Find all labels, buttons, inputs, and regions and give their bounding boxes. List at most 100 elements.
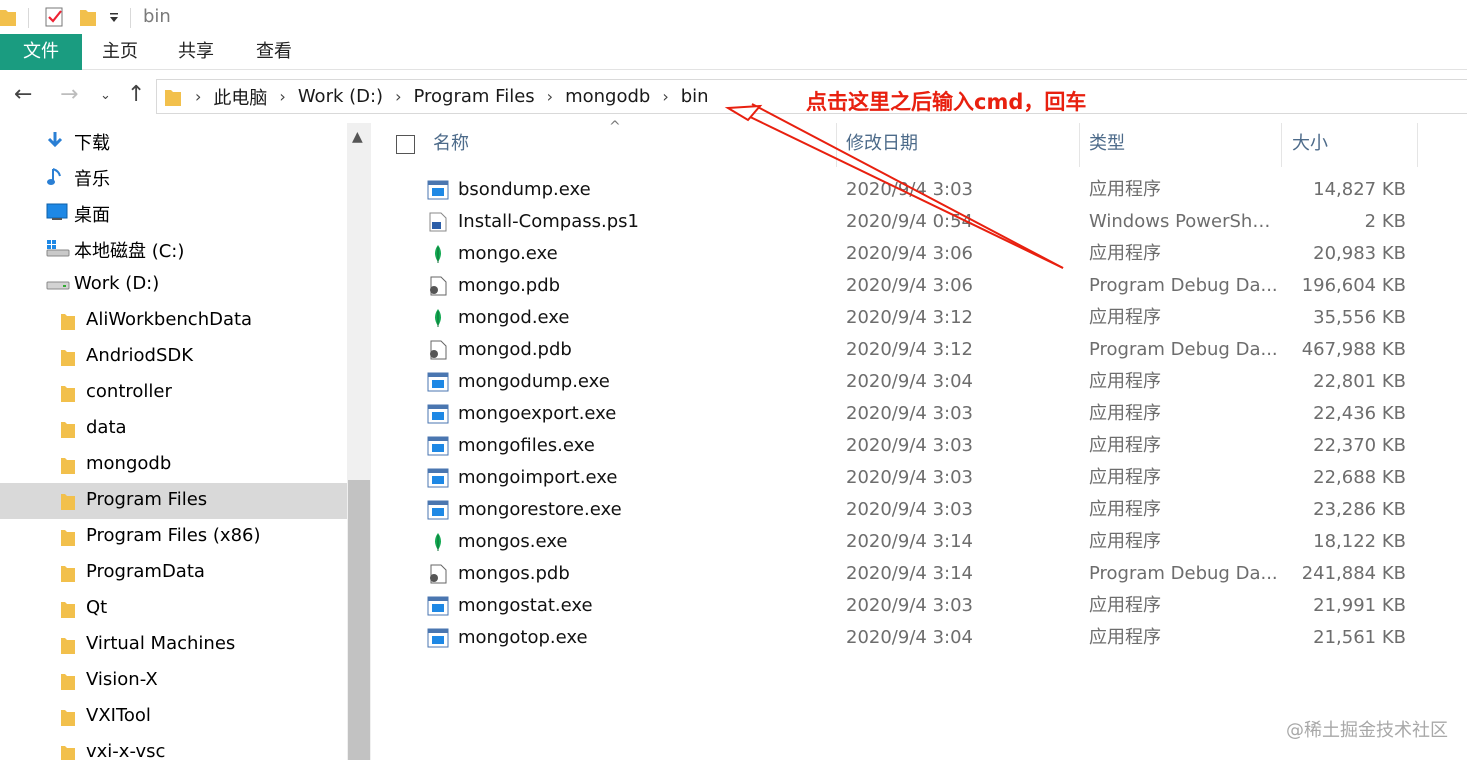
sidebar-item[interactable]: Vision-X bbox=[0, 663, 347, 699]
sidebar-item[interactable]: 音乐 bbox=[0, 159, 347, 195]
forward-arrow-icon[interactable]: → bbox=[60, 82, 78, 107]
file-row[interactable]: mongorestore.exe 2020/9/4 3:03 应用程序 23,286 … bbox=[371, 494, 1467, 526]
column-header-type[interactable]: 类型 bbox=[1089, 123, 1279, 165]
file-type: Program Debug Da... bbox=[1089, 339, 1278, 360]
sidebar-item[interactable]: data bbox=[0, 411, 347, 447]
tab-share[interactable]: 共享 bbox=[176, 34, 216, 70]
file-name: mongotop.exe bbox=[458, 627, 588, 648]
properties-icon[interactable] bbox=[45, 6, 65, 28]
sidebar-item-label: data bbox=[86, 417, 127, 438]
breadcrumb-mongodb[interactable]: mongodb bbox=[565, 86, 650, 107]
file-row[interactable]: mongo.exe 2020/9/4 3:06 应用程序 20,983 KB bbox=[371, 238, 1467, 270]
breadcrumb-separator[interactable]: › bbox=[279, 87, 285, 106]
new-folder-icon[interactable] bbox=[80, 6, 96, 28]
file-size: 22,688 KB bbox=[1313, 467, 1406, 488]
breadcrumb-separator[interactable]: › bbox=[395, 87, 401, 106]
application-icon bbox=[427, 468, 449, 488]
file-type: Program Debug Da... bbox=[1089, 275, 1278, 296]
sidebar-item[interactable]: 桌面 bbox=[0, 195, 347, 231]
tab-home[interactable]: 主页 bbox=[100, 34, 140, 70]
tab-view[interactable]: 查看 bbox=[254, 34, 294, 70]
folder-icon bbox=[61, 383, 75, 408]
file-row[interactable]: mongodump.exe 2020/9/4 3:04 应用程序 22,801 KB bbox=[371, 366, 1467, 398]
file-size: 21,991 KB bbox=[1313, 595, 1406, 616]
file-row[interactable]: mongos.pdb 2020/9/4 3:14 Program Debug Da.… bbox=[371, 558, 1467, 590]
tab-file[interactable]: 文件 bbox=[0, 34, 82, 70]
sidebar-item[interactable]: 下载 bbox=[0, 123, 347, 159]
file-type: 应用程序 bbox=[1089, 467, 1161, 488]
scrollbar-thumb[interactable] bbox=[348, 480, 370, 760]
column-divider[interactable] bbox=[1417, 123, 1418, 167]
folder-icon bbox=[61, 491, 75, 516]
folder-icon bbox=[61, 707, 75, 732]
application-icon bbox=[427, 404, 449, 424]
recent-locations-chevron-icon[interactable]: ⌄ bbox=[100, 88, 111, 103]
file-modified-date: 2020/9/4 3:14 bbox=[846, 563, 973, 584]
file-row[interactable]: mongod.pdb 2020/9/4 3:12 Program Debug Da.… bbox=[371, 334, 1467, 366]
sidebar-scrollbar[interactable]: ▲ bbox=[347, 123, 371, 760]
file-row[interactable]: mongotop.exe 2020/9/4 3:04 应用程序 21,561 KB bbox=[371, 622, 1467, 654]
column-header-name[interactable]: 名称 bbox=[433, 123, 833, 165]
sidebar-item[interactable]: VXITool bbox=[0, 699, 347, 735]
column-header-date[interactable]: 修改日期 bbox=[846, 123, 1076, 165]
back-arrow-icon[interactable]: ← bbox=[14, 82, 32, 107]
folder-icon bbox=[61, 671, 75, 696]
file-type: 应用程序 bbox=[1089, 627, 1161, 648]
breadcrumb-this-pc[interactable]: 此电脑 bbox=[213, 84, 267, 110]
file-modified-date: 2020/9/4 3:14 bbox=[846, 531, 973, 552]
file-row[interactable]: mongostat.exe 2020/9/4 3:03 应用程序 21,991 KB bbox=[371, 590, 1467, 622]
file-row[interactable]: mongo.pdb 2020/9/4 3:06 Program Debug Da..… bbox=[371, 270, 1467, 302]
sidebar-item[interactable]: Virtual Machines bbox=[0, 627, 347, 663]
sidebar-item[interactable]: Qt bbox=[0, 591, 347, 627]
sidebar-item[interactable]: vxi-x-vsc bbox=[0, 735, 347, 760]
folder-icon[interactable] bbox=[0, 6, 16, 28]
scroll-up-chevron-icon[interactable]: ▲ bbox=[352, 129, 363, 145]
toolbar-divider bbox=[130, 8, 131, 28]
title-bar: bin bbox=[0, 0, 1467, 34]
sidebar-item[interactable]: mongodb bbox=[0, 447, 347, 483]
breadcrumb-separator[interactable]: › bbox=[662, 87, 668, 106]
sidebar-item-label: AndriodSDK bbox=[86, 345, 194, 366]
folder-icon bbox=[61, 347, 75, 372]
file-type: 应用程序 bbox=[1089, 371, 1161, 392]
powershell-script-icon bbox=[427, 212, 449, 232]
sidebar-item[interactable]: controller bbox=[0, 375, 347, 411]
folder-icon bbox=[165, 89, 181, 106]
breadcrumb-program-files[interactable]: Program Files bbox=[414, 86, 535, 107]
file-row[interactable]: mongos.exe 2020/9/4 3:14 应用程序 18,122 KB bbox=[371, 526, 1467, 558]
breadcrumb-work-drive[interactable]: Work (D:) bbox=[298, 86, 383, 107]
sidebar-item[interactable]: ProgramData bbox=[0, 555, 347, 591]
file-row[interactable]: mongofiles.exe 2020/9/4 3:03 应用程序 22,370 KB bbox=[371, 430, 1467, 462]
up-arrow-icon[interactable]: ↑ bbox=[127, 82, 145, 107]
sidebar-item[interactable]: Program Files bbox=[0, 483, 347, 519]
application-icon bbox=[427, 500, 449, 520]
sidebar-item[interactable]: Program Files (x86) bbox=[0, 519, 347, 555]
file-type: 应用程序 bbox=[1089, 595, 1161, 616]
file-row[interactable]: mongod.exe 2020/9/4 3:12 应用程序 35,556 KB bbox=[371, 302, 1467, 334]
debug-file-icon bbox=[427, 276, 449, 296]
column-header-size[interactable]: 大小 bbox=[1292, 123, 1412, 165]
file-name: mongoexport.exe bbox=[458, 403, 617, 424]
breadcrumb-separator[interactable]: › bbox=[547, 87, 553, 106]
column-divider[interactable] bbox=[1281, 123, 1282, 167]
file-row[interactable]: mongoexport.exe 2020/9/4 3:03 应用程序 22,436 K… bbox=[371, 398, 1467, 430]
column-divider[interactable] bbox=[836, 123, 837, 167]
file-name: bsondump.exe bbox=[458, 179, 591, 200]
file-type: 应用程序 bbox=[1089, 499, 1161, 520]
file-row[interactable]: mongoimport.exe 2020/9/4 3:03 应用程序 22,688 K… bbox=[371, 462, 1467, 494]
sidebar-item[interactable]: Work (D:) bbox=[0, 267, 347, 303]
sidebar-item-label: controller bbox=[86, 381, 172, 402]
select-all-checkbox[interactable] bbox=[396, 135, 415, 154]
sidebar-item[interactable]: AliWorkbenchData bbox=[0, 303, 347, 339]
file-type: Windows PowerShe... bbox=[1089, 211, 1279, 232]
breadcrumb-bin[interactable]: bin bbox=[681, 86, 709, 107]
file-row[interactable]: Install-Compass.ps1 2020/9/4 0:54 Windows … bbox=[371, 206, 1467, 238]
sidebar-item[interactable]: 本地磁盘 (C:) bbox=[0, 231, 347, 267]
file-row[interactable]: bsondump.exe 2020/9/4 3:03 应用程序 14,827 KB bbox=[371, 174, 1467, 206]
file-size: 22,436 KB bbox=[1313, 403, 1406, 424]
column-divider[interactable] bbox=[1079, 123, 1080, 167]
sidebar-item-label: 本地磁盘 (C:) bbox=[74, 241, 185, 262]
mongodb-leaf-icon bbox=[427, 308, 449, 328]
customize-toolbar-icon[interactable] bbox=[108, 12, 120, 24]
sidebar-item[interactable]: AndriodSDK bbox=[0, 339, 347, 375]
